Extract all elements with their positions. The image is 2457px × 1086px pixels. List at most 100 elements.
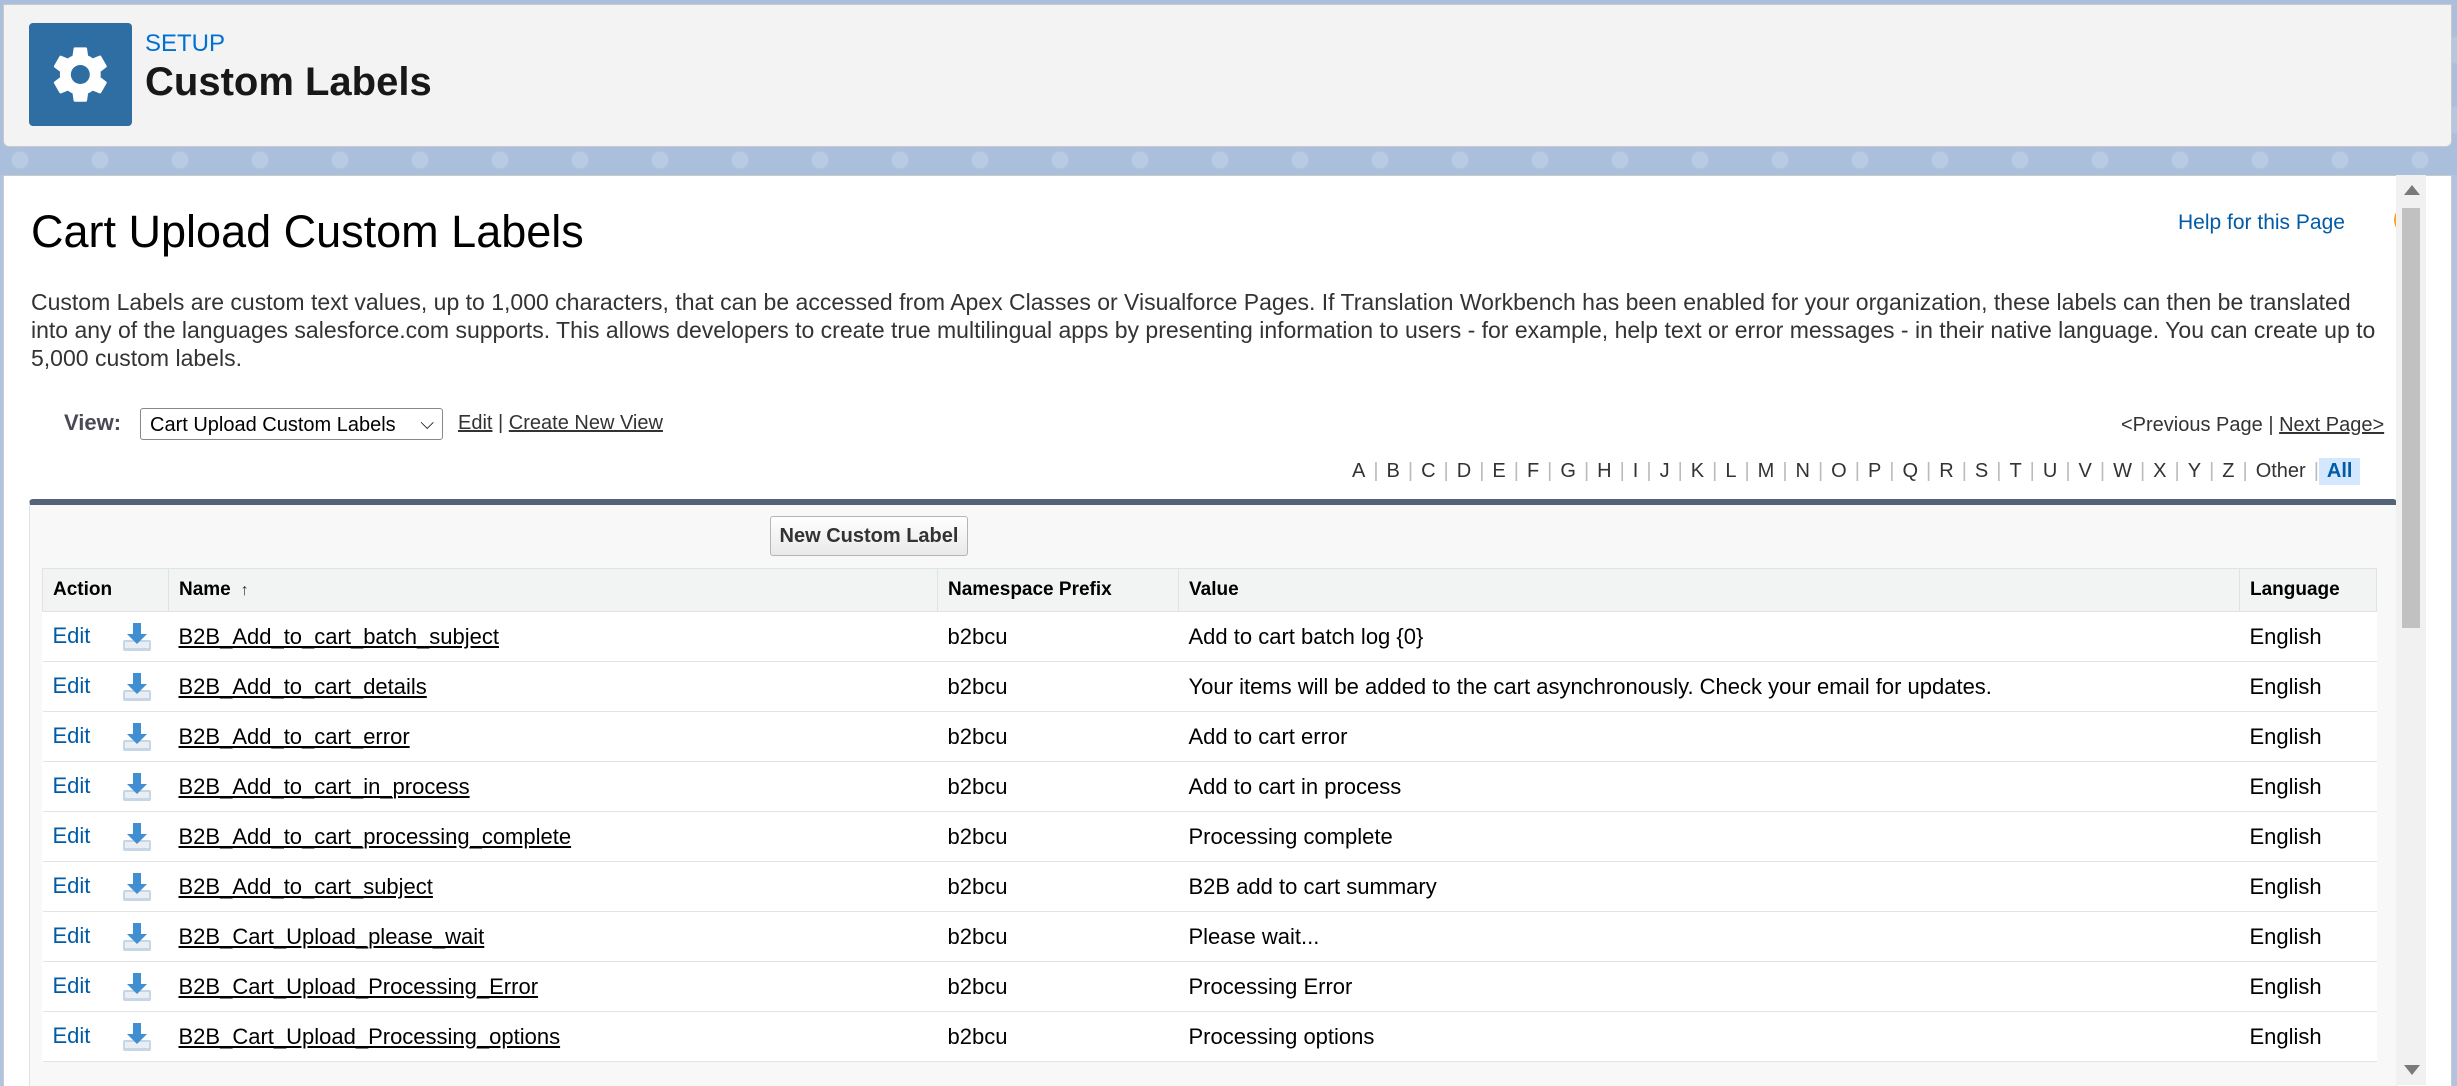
list-view: New Custom Label Action Name ↑ Namespace … — [29, 499, 2397, 1086]
column-header-value[interactable]: Value — [1178, 568, 2240, 612]
column-header-namespace[interactable]: Namespace Prefix — [937, 568, 1179, 612]
new-custom-label-button[interactable]: New Custom Label — [770, 516, 968, 556]
alphabet-filter-o[interactable]: O — [1823, 460, 1855, 483]
main-content: Cart Upload Custom Labels Help for this … — [3, 175, 2452, 1086]
namespace-cell: b2bcu — [937, 611, 1179, 662]
language-cell: English — [2239, 961, 2377, 1012]
alphabet-filter-i[interactable]: I — [1625, 460, 1647, 483]
table-row: Edit B2B_Add_to_cart_subject b2bcu B2B add … — [42, 861, 2377, 912]
table-row: Edit B2B_Cart_Upload_please_wait b2bcu Plea… — [42, 911, 2377, 962]
download-icon[interactable] — [120, 1020, 154, 1054]
create-new-view-link[interactable]: Create New View — [509, 412, 663, 434]
download-icon[interactable] — [120, 870, 154, 904]
edit-link[interactable]: Edit — [53, 722, 91, 747]
namespace-cell: b2bcu — [937, 961, 1179, 1012]
alphabet-filter-k[interactable]: K — [1683, 460, 1712, 483]
value-cell: Add to cart error — [1178, 711, 2240, 762]
edit-link[interactable]: Edit — [53, 772, 91, 797]
label-name-link[interactable]: B2B_Cart_Upload_Processing_Error — [179, 974, 539, 999]
alphabet-filter-r[interactable]: R — [1931, 460, 1961, 483]
download-icon[interactable] — [120, 770, 154, 804]
download-icon[interactable] — [120, 620, 154, 654]
alphabet-filter-u[interactable]: U — [2035, 460, 2065, 483]
namespace-cell: b2bcu — [937, 861, 1179, 912]
column-header-action: Action — [42, 568, 169, 612]
edit-link[interactable]: Edit — [53, 1022, 91, 1047]
scroll-thumb[interactable] — [2402, 208, 2420, 628]
alphabet-filter-j[interactable]: J — [1652, 460, 1678, 483]
alphabet-filter-a[interactable]: A — [1344, 460, 1373, 483]
view-links-separator: | — [498, 412, 504, 434]
column-header-language[interactable]: Language — [2239, 568, 2377, 612]
namespace-cell: b2bcu — [937, 1011, 1179, 1062]
alphabet-filter-n[interactable]: N — [1788, 460, 1818, 483]
edit-view-link[interactable]: Edit — [458, 412, 492, 434]
alphabet-filter-f[interactable]: F — [1519, 460, 1547, 483]
edit-link[interactable]: Edit — [53, 872, 91, 897]
column-header-name-label: Name — [179, 579, 231, 600]
view-select[interactable]: Cart Upload Custom Labels ⌵ — [140, 408, 443, 440]
namespace-cell: b2bcu — [937, 711, 1179, 762]
alphabet-filter-y[interactable]: Y — [2180, 460, 2209, 483]
vertical-scrollbar[interactable] — [2396, 175, 2426, 1085]
alphabet-filter-all[interactable]: All — [2318, 458, 2361, 485]
download-icon[interactable] — [120, 720, 154, 754]
alphabet-filter-m[interactable]: M — [1750, 460, 1783, 483]
scroll-down-arrow-icon[interactable] — [2404, 1065, 2420, 1075]
scroll-up-arrow-icon[interactable] — [2404, 185, 2420, 195]
edit-link[interactable]: Edit — [53, 922, 91, 947]
label-name-link[interactable]: B2B_Cart_Upload_please_wait — [179, 924, 485, 949]
download-icon[interactable] — [120, 970, 154, 1004]
alphabet-filter-d[interactable]: D — [1449, 460, 1479, 483]
download-icon[interactable] — [120, 820, 154, 854]
alphabet-filter-c[interactable]: C — [1413, 460, 1443, 483]
previous-page-link: <Previous Page — [2121, 414, 2263, 436]
next-page-link[interactable]: Next Page> — [2279, 414, 2384, 436]
language-cell: English — [2239, 761, 2377, 812]
name-cell: B2B_Add_to_cart_subject — [168, 861, 938, 912]
label-name-link[interactable]: B2B_Add_to_cart_batch_subject — [179, 624, 499, 649]
alphabet-filter-w[interactable]: W — [2105, 460, 2140, 483]
label-name-link[interactable]: B2B_Add_to_cart_in_process — [179, 774, 470, 799]
label-name-link[interactable]: B2B_Cart_Upload_Processing_options — [179, 1024, 561, 1049]
setup-breadcrumb[interactable]: SETUP — [145, 30, 225, 58]
alphabet-filter-other[interactable]: Other — [2248, 460, 2314, 483]
label-name-link[interactable]: B2B_Add_to_cart_details — [179, 674, 427, 699]
alphabet-filter-h[interactable]: H — [1589, 460, 1619, 483]
label-name-link[interactable]: B2B_Add_to_cart_subject — [179, 874, 433, 899]
action-cell: Edit — [42, 1011, 169, 1062]
action-cell: Edit — [42, 861, 169, 912]
label-name-link[interactable]: B2B_Add_to_cart_error — [179, 724, 410, 749]
gear-icon — [29, 23, 132, 126]
action-cell: Edit — [42, 961, 169, 1012]
language-cell: English — [2239, 1011, 2377, 1062]
action-cell: Edit — [42, 661, 169, 712]
edit-link[interactable]: Edit — [53, 822, 91, 847]
name-cell: B2B_Add_to_cart_details — [168, 661, 938, 712]
edit-link[interactable]: Edit — [53, 972, 91, 997]
alphabet-filter-x[interactable]: X — [2145, 460, 2174, 483]
alphabet-filter-v[interactable]: V — [2071, 460, 2100, 483]
edit-link[interactable]: Edit — [53, 622, 91, 647]
alphabet-filter-q[interactable]: Q — [1894, 460, 1926, 483]
label-name-link[interactable]: B2B_Add_to_cart_processing_complete — [179, 824, 572, 849]
alphabet-filter-s[interactable]: S — [1967, 460, 1996, 483]
alphabet-filter-z[interactable]: Z — [2214, 460, 2242, 483]
column-header-name[interactable]: Name ↑ — [168, 568, 938, 612]
alphabet-filter-p[interactable]: P — [1860, 460, 1889, 483]
alphabet-filter-b[interactable]: B — [1379, 460, 1408, 483]
value-cell: Please wait... — [1178, 911, 2240, 962]
alphabet-filter-e[interactable]: E — [1484, 460, 1513, 483]
edit-link[interactable]: Edit — [53, 672, 91, 697]
alphabet-filter: A | B | C | D | E | F | G | H | I | J | K | L | M | N | O | P | Q | R | S | T |… — [1344, 458, 2361, 485]
alphabet-filter-g[interactable]: G — [1552, 460, 1584, 483]
download-icon[interactable] — [120, 920, 154, 954]
download-icon[interactable] — [120, 670, 154, 704]
alphabet-filter-t[interactable]: T — [2001, 460, 2029, 483]
value-cell: Add to cart in process — [1178, 761, 2240, 812]
view-label: View: — [64, 410, 122, 435]
help-link[interactable]: Help for this Page — [2178, 211, 2345, 235]
action-cell: Edit — [42, 911, 169, 962]
action-cell: Edit — [42, 761, 169, 812]
alphabet-filter-l[interactable]: L — [1717, 460, 1744, 483]
